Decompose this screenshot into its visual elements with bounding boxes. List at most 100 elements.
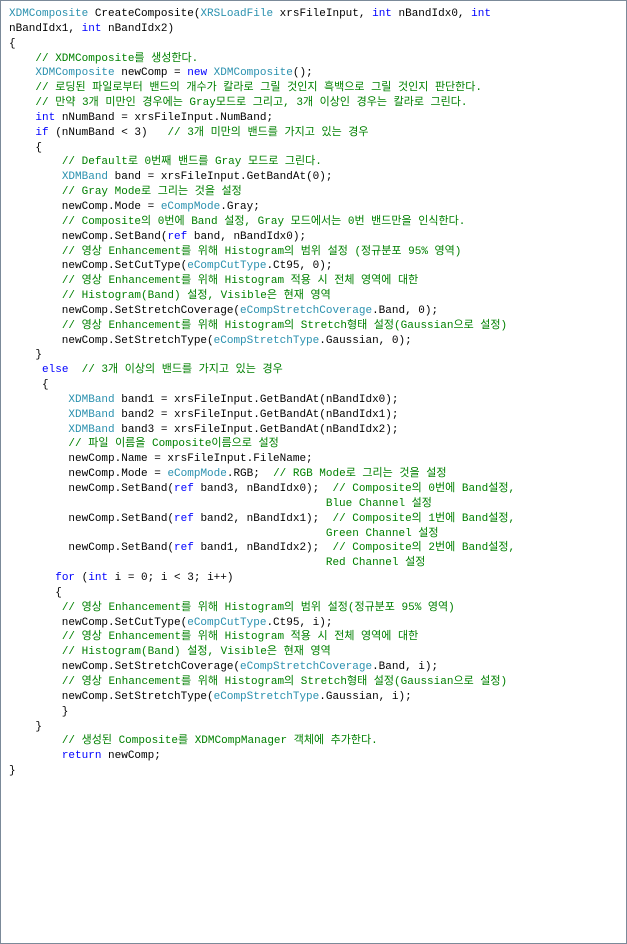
code-token: XDMComposite	[214, 67, 293, 79]
code-line: newComp.SetBand(ref band3, nBandIdx0); /…	[9, 482, 618, 497]
code-block: XDMComposite CreateComposite(XRSLoadFile…	[0, 0, 627, 944]
code-token: // 영상 Enhancement를 위해 Histogram의 Stretch…	[62, 676, 507, 688]
code-line: XDMBand band3 = xrsFileInput.GetBandAt(n…	[9, 423, 618, 438]
code-line: newComp.SetBand(ref band2, nBandIdx1); /…	[9, 512, 618, 527]
code-token: XDMBand	[68, 424, 114, 436]
code-line: newComp.SetStretchType(eCompStretchType.…	[9, 334, 618, 349]
code-line: nBandIdx1, int nBandIdx2)	[9, 22, 618, 37]
code-token: ref	[174, 513, 194, 525]
code-token: // 생성된 Composite를 XDMCompManager 객체에 추가한…	[62, 735, 378, 747]
code-token: // Composite의 0번에 Band설정,	[332, 483, 515, 495]
code-token: // 영상 Enhancement를 위해 Histogram 적용 시 전체 …	[62, 631, 418, 643]
code-line: XDMBand band1 = xrsFileInput.GetBandAt(n…	[9, 393, 618, 408]
code-token: Red Channel 설정	[326, 557, 425, 569]
code-token: eCompMode	[167, 468, 226, 480]
code-token: XDMComposite	[35, 67, 114, 79]
code-token: XDMBand	[68, 409, 114, 421]
code-token: eCompCutType	[187, 260, 266, 272]
code-line: Blue Channel 설정	[9, 497, 618, 512]
code-line: {	[9, 586, 618, 601]
code-token: // 영상 Enhancement를 위해 Histogram의 Stretch…	[62, 320, 507, 332]
code-token: // Composite의 2번에 Band설정,	[332, 542, 515, 554]
code-line: {	[9, 378, 618, 393]
code-token: Blue Channel 설정	[326, 498, 432, 510]
code-token: Green Channel 설정	[326, 528, 439, 540]
code-line: newComp.SetCutType(eCompCutType.Ct95, 0)…	[9, 259, 618, 274]
code-token: // 파일 이름을 Composite이름으로 설정	[68, 438, 278, 450]
code-line: newComp.Mode = eCompMode.RGB; // RGB Mod…	[9, 467, 618, 482]
code-token: // 3개 미만의 밴드를 가지고 있는 경우	[167, 127, 368, 139]
code-token: int	[82, 23, 102, 35]
code-token: new	[187, 67, 207, 79]
code-token: for	[55, 572, 75, 584]
code-line: // 영상 Enhancement를 위해 Histogram 적용 시 전체 …	[9, 630, 618, 645]
code-token: eCompStretchType	[214, 691, 320, 703]
code-token: ref	[174, 483, 194, 495]
code-token: // XDMComposite를 생성한다.	[35, 53, 198, 65]
code-token: // 로딩된 파일로부터 밴드의 개수가 칼라로 그릴 것인지 흑백으로 그릴 …	[35, 82, 482, 94]
code-line: newComp.SetStretchCoverage(eCompStretchC…	[9, 660, 618, 675]
code-line: // 영상 Enhancement를 위해 Histogram의 Stretch…	[9, 675, 618, 690]
code-line: // Gray Mode로 그리는 것을 설정	[9, 185, 618, 200]
code-line: {	[9, 37, 618, 52]
code-line: // 영상 Enhancement를 위해 Histogram의 Stretch…	[9, 319, 618, 334]
code-line: // 생성된 Composite를 XDMCompManager 객체에 추가한…	[9, 734, 618, 749]
code-line: // Composite의 0번에 Band 설정, Gray 모드에서는 0번…	[9, 215, 618, 230]
code-token: // Gray Mode로 그리는 것을 설정	[62, 186, 242, 198]
code-line: newComp.Mode = eCompMode.Gray;	[9, 200, 618, 215]
code-line: XDMComposite CreateComposite(XRSLoadFile…	[9, 7, 618, 22]
code-token: eCompMode	[161, 201, 220, 213]
code-token: int	[35, 112, 55, 124]
code-line: }	[9, 705, 618, 720]
code-token: // Histogram(Band) 설정, Visible은 현재 영역	[62, 290, 331, 302]
code-line: else // 3개 이상의 밴드를 가지고 있는 경우	[9, 363, 618, 378]
code-token: // 영상 Enhancement를 위해 Histogram의 범위 설정(정…	[62, 602, 455, 614]
code-line: // 영상 Enhancement를 위해 Histogram의 범위 설정(정…	[9, 601, 618, 616]
code-line: XDMBand band2 = xrsFileInput.GetBandAt(n…	[9, 408, 618, 423]
code-line: if (nNumBand < 3) // 3개 미만의 밴드를 가지고 있는 경…	[9, 126, 618, 141]
code-line: // XDMComposite를 생성한다.	[9, 52, 618, 67]
code-token: XDMBand	[68, 394, 114, 406]
code-token: XRSLoadFile	[200, 8, 273, 20]
code-token: // Default로 0번째 밴드를 Gray 모드로 그린다.	[62, 156, 322, 168]
code-line: {	[9, 141, 618, 156]
code-token: // Histogram(Band) 설정, Visible은 현재 영역	[62, 646, 331, 658]
code-line: for (int i = 0; i < 3; i++)	[9, 571, 618, 586]
code-line: int nNumBand = xrsFileInput.NumBand;	[9, 111, 618, 126]
code-line: // 만약 3개 미만인 경우에는 Gray모드로 그리고, 3개 이상인 경우…	[9, 96, 618, 111]
code-token: ref	[167, 231, 187, 243]
code-token: // Composite의 1번에 Band설정,	[332, 513, 515, 525]
code-line: // Default로 0번째 밴드를 Gray 모드로 그린다.	[9, 155, 618, 170]
code-token: eCompCutType	[187, 617, 266, 629]
code-line: newComp.SetStretchType(eCompStretchType.…	[9, 690, 618, 705]
code-line: Red Channel 설정	[9, 556, 618, 571]
code-line: Green Channel 설정	[9, 527, 618, 542]
code-token: // Composite의 0번에 Band 설정, Gray 모드에서는 0번…	[62, 216, 466, 228]
code-line: return newComp;	[9, 749, 618, 764]
code-line: // Histogram(Band) 설정, Visible은 현재 영역	[9, 645, 618, 660]
code-line: // 파일 이름을 Composite이름으로 설정	[9, 437, 618, 452]
code-token: XDMBand	[62, 171, 108, 183]
code-token: return	[62, 750, 102, 762]
code-line: XDMBand band = xrsFileInput.GetBandAt(0)…	[9, 170, 618, 185]
code-token: if	[35, 127, 48, 139]
code-token: int	[372, 8, 392, 20]
code-token: ref	[174, 542, 194, 554]
code-line: }	[9, 764, 618, 779]
code-token: // RGB Mode로 그리는 것을 설정	[273, 468, 446, 480]
code-line: newComp.SetCutType(eCompCutType.Ct95, i)…	[9, 616, 618, 631]
code-line: XDMComposite newComp = new XDMComposite(…	[9, 66, 618, 81]
code-token: eCompStretchType	[214, 335, 320, 347]
code-token: else	[42, 364, 68, 376]
code-token: int	[88, 572, 108, 584]
code-line: // 영상 Enhancement를 위해 Histogram 적용 시 전체 …	[9, 274, 618, 289]
code-line: }	[9, 720, 618, 735]
code-line: }	[9, 348, 618, 363]
code-line: newComp.SetBand(ref band1, nBandIdx2); /…	[9, 541, 618, 556]
code-line: newComp.Name = xrsFileInput.FileName;	[9, 452, 618, 467]
code-token: // 영상 Enhancement를 위해 Histogram 적용 시 전체 …	[62, 275, 418, 287]
code-token: eCompStretchCoverage	[240, 661, 372, 673]
code-token: int	[471, 8, 491, 20]
code-token: // 영상 Enhancement를 위해 Histogram의 범위 설정 (…	[62, 246, 462, 258]
code-line: // 영상 Enhancement를 위해 Histogram의 범위 설정 (…	[9, 245, 618, 260]
